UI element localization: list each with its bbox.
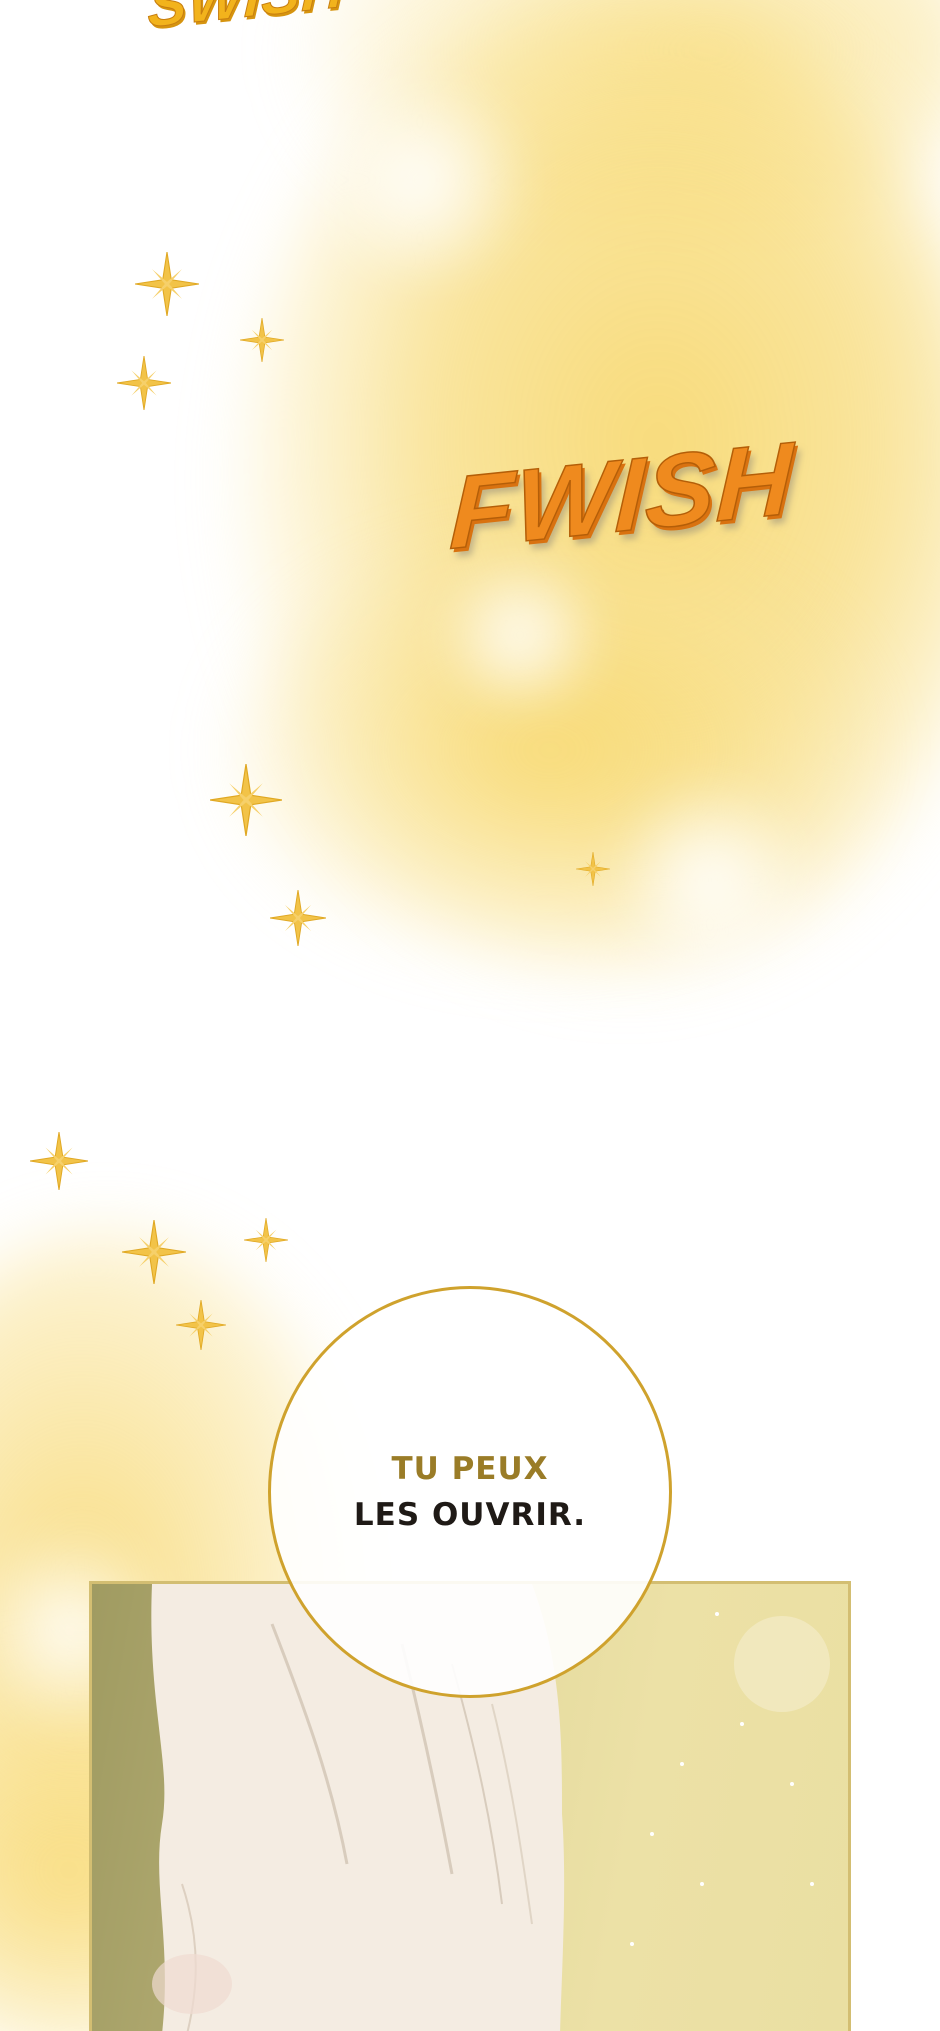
sparkle-icon xyxy=(240,318,284,362)
sparkle-icon xyxy=(122,1220,186,1284)
speech-bubble: TU PEUX LES OUVRIR. xyxy=(268,1286,672,1698)
sparkle-icon xyxy=(30,1132,88,1190)
sparkle-icon xyxy=(117,356,171,410)
sparkle-icon xyxy=(244,1218,288,1262)
sparkles-layer xyxy=(30,252,610,1350)
sparkle-icon xyxy=(135,252,199,316)
sparkle-icon xyxy=(270,890,326,946)
sparkle-icon xyxy=(176,1300,226,1350)
sparkle-icon xyxy=(210,764,282,836)
bubble-text-line-1: TU PEUX xyxy=(391,1451,549,1487)
sparkle-icon xyxy=(576,852,610,886)
bubble-text-line-2: LES OUVRIR. xyxy=(353,1497,587,1533)
comic-page: SWISH FWISH xyxy=(0,0,940,2031)
